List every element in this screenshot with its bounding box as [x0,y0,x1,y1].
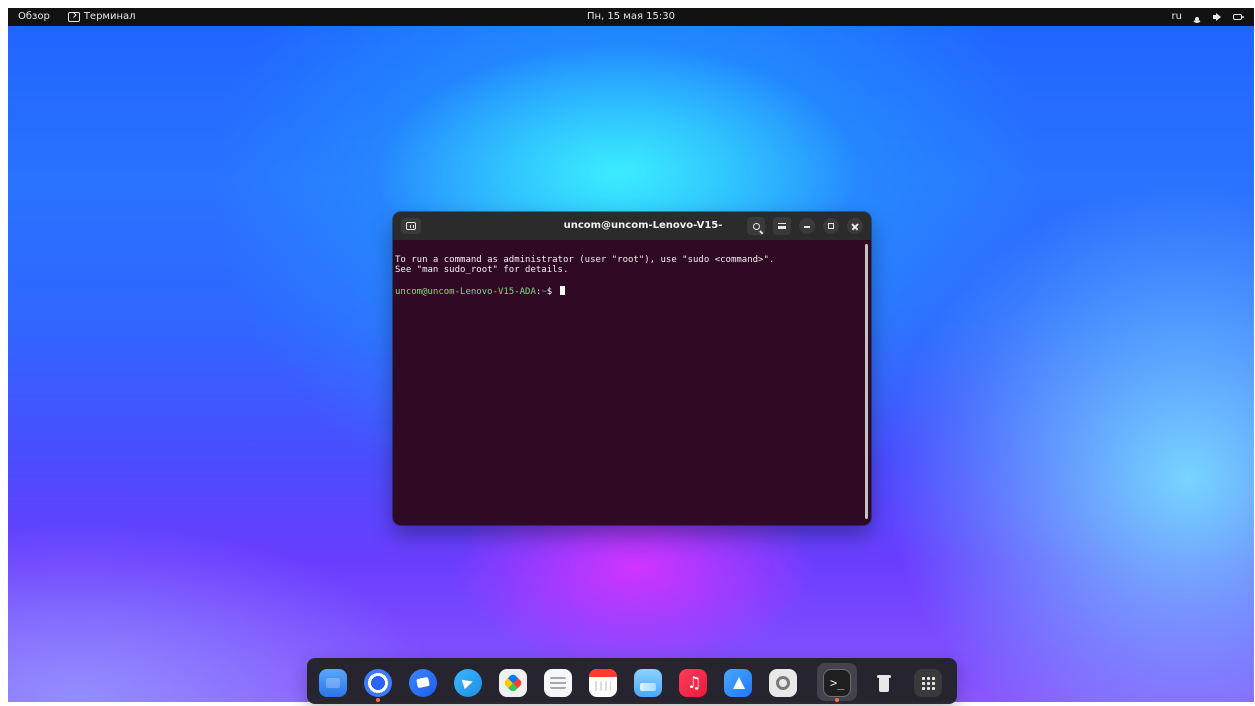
close-button[interactable] [847,218,863,234]
top-bar: Обзор Терминал Пн, 15 мая 15:30 ru [8,8,1254,26]
files-icon[interactable] [319,669,347,697]
battery-icon[interactable] [1232,12,1244,22]
office-icon[interactable] [499,669,527,697]
app-store-icon[interactable] [724,669,752,697]
terminal-line: See "man sudo_root" for details. [395,265,569,275]
chromium-icon[interactable] [364,669,392,697]
terminal-scrollbar[interactable] [865,244,868,519]
running-indicator [835,698,839,702]
search-icon [752,222,760,230]
volume-icon[interactable] [1212,12,1222,22]
search-button[interactable] [747,217,765,235]
new-tab-icon [406,222,416,230]
terminal-window[interactable]: uncom@uncom-Lenovo-V15-ADA: ~ [393,212,871,525]
datetime[interactable]: Пн, 15 мая 15:30 [587,11,675,22]
trash-icon[interactable] [869,669,897,697]
terminal-line: To run a command as administrator (user … [395,255,775,265]
telegram-icon[interactable] [454,669,482,697]
terminal-controls [747,217,863,235]
image-viewer-icon[interactable] [634,669,662,697]
prompt-symbol: $ [546,287,553,297]
keyboard-layout[interactable]: ru [1172,8,1182,26]
new-tab-button[interactable] [401,218,421,234]
maximize-button[interactable] [823,218,839,234]
wifi-icon[interactable] [1192,12,1202,22]
list-icon[interactable] [544,669,572,697]
mail-icon[interactable] [409,669,437,697]
top-bar-right: ru [1172,8,1244,26]
dock [307,658,957,704]
menu-icon [778,223,786,229]
apps-grid-icon[interactable] [914,669,942,697]
overview-button[interactable]: Обзор [18,8,50,26]
terminal-body[interactable]: To run a command as administrator (user … [393,240,871,525]
prompt-user-host: uncom@uncom-Lenovo-V15-ADA [395,287,536,297]
desktop-screen: Обзор Терминал Пн, 15 мая 15:30 ru uncom… [0,0,1255,706]
terminal-output[interactable]: To run a command as administrator (user … [395,245,865,307]
cursor [559,286,565,295]
menu-button[interactable] [773,217,791,235]
calendar-icon[interactable] [589,669,617,697]
terminal-titlebar[interactable]: uncom@uncom-Lenovo-V15-ADA: ~ [393,212,871,259]
music-icon[interactable] [679,669,707,697]
top-bar-left: Обзор Терминал [18,8,136,26]
active-app-label: Терминал [83,11,136,22]
terminal-icon [67,12,80,22]
running-indicator [376,698,380,702]
minimize-button[interactable] [799,218,815,234]
terminal-prompt: uncom@uncom-Lenovo-V15-ADA:~$ [395,286,565,297]
datetime-center: Пн, 15 мая 15:30 [8,8,1254,26]
active-app-menu[interactable]: Терминал [67,8,136,26]
settings-icon[interactable] [769,669,797,697]
terminal-icon[interactable] [823,669,851,697]
